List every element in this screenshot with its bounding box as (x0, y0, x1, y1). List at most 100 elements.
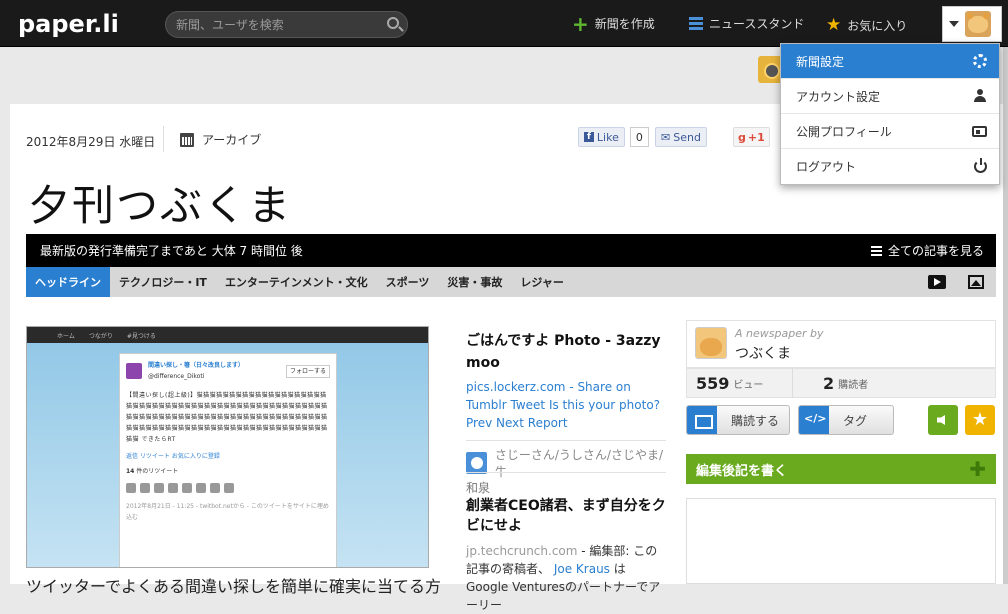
calendar-icon (180, 132, 194, 147)
search-input[interactable] (176, 16, 376, 34)
tweet-count-label: 件のリツイート (136, 468, 179, 475)
send-label: Send (673, 130, 701, 144)
tab-sports[interactable]: スポーツ (377, 267, 439, 297)
screenshot-nav: ホーム つながり #見つける (27, 327, 428, 343)
menu-account-settings[interactable]: アカウント設定 (781, 79, 999, 114)
article-author[interactable]: さじーさん/うしさん/さじやま/牛 (466, 446, 666, 480)
user-avatar (965, 11, 991, 37)
menu-item-label: 新聞設定 (796, 54, 845, 69)
lead-article-image[interactable]: ホーム つながり #見つける 間違い探し・箸（日々改良します） @differe… (26, 326, 429, 568)
article-category: 和泉 (466, 481, 491, 495)
owner-name[interactable]: つぶくま (735, 343, 791, 363)
create-paper-label: 新聞を作成 (594, 17, 655, 31)
menu-logout[interactable]: ログアウト (781, 149, 999, 184)
paper-date: 2012年8月29日 水曜日 (26, 135, 156, 149)
article-title[interactable]: 創業者CEO諸君、まず自分をクビにせよ (466, 496, 666, 536)
user-dropdown-menu: 新聞設定 アカウント設定 公開プロフィール ログアウト (780, 43, 1000, 185)
scrollbar[interactable] (1003, 47, 1008, 584)
tab-disaster[interactable]: 災害・事故 (438, 267, 511, 297)
divider (466, 440, 666, 441)
divider (163, 126, 164, 152)
archive-label: アーカイブ (202, 133, 262, 147)
menu-item-label: アカウント設定 (796, 89, 881, 104)
like-label: Like (596, 130, 619, 144)
image-icon[interactable] (968, 275, 984, 289)
embedded-tweet: 間違い探し・箸（日々改良します） @difference_Dikoti フォロー… (119, 353, 337, 567)
editorial-label: 編集後記を書く (696, 463, 788, 479)
archive-link[interactable]: アーカイブ (180, 131, 261, 148)
subscribers-count: 2 (823, 373, 835, 393)
favorites-link[interactable]: ★ お気に入り (826, 15, 907, 35)
source-link[interactable]: jp.techcrunch.com (466, 544, 577, 558)
gplus-widget: g +1 (733, 127, 770, 147)
plus-icon: + (572, 11, 589, 36)
paper-stats: 559 ビュー 2 購読者 (686, 368, 996, 398)
all-articles-link[interactable]: 全ての記事を見る (870, 242, 984, 259)
owner-card: A newspaper by つぶくま (686, 320, 996, 368)
divider (466, 472, 666, 473)
tweet-actions: 返信 リツイート お気に入りに登録 (126, 453, 220, 460)
tab-entertainment[interactable]: エンターテインメント・文化 (216, 267, 377, 297)
source-link[interactable]: pics.lockerz.com (466, 380, 565, 394)
tag-label: タグ (843, 413, 868, 428)
tab-headlines[interactable]: ヘッドライン (26, 267, 110, 297)
user-menu-button[interactable] (942, 6, 1002, 42)
id-card-icon (972, 125, 987, 137)
write-editorial-button[interactable]: 編集後記を書く ✚ (686, 454, 996, 484)
tweet-timestamp: 2012年8月21日 - 11:25 - twitbot.netから - このツ… (126, 503, 329, 521)
subscribe-button[interactable]: 購読する (686, 405, 790, 435)
tweet-follow-button: フォローする (285, 364, 330, 378)
paperli-logo[interactable]: paper.li (18, 10, 119, 38)
like-count: 0 (629, 127, 649, 147)
gplus-label: +1 (747, 130, 765, 144)
tab-leisure[interactable]: レジャー (511, 267, 572, 297)
article-source: pics.lockerz.com - Share on Tumblr Tweet… (466, 378, 666, 432)
favorites-label: お気に入り (847, 18, 908, 33)
tweet-count: 14 (126, 468, 135, 475)
newsstand-label: ニューススタンド (709, 17, 805, 31)
gplus-icon: g (738, 130, 746, 144)
caret-down-icon (949, 21, 959, 27)
screenshot-nav-item: ホーム (57, 332, 75, 340)
send-icon: ✉ (661, 130, 671, 144)
retweeter-avatars (126, 483, 330, 493)
create-paper-link[interactable]: + 新聞を作成 (572, 11, 655, 36)
section-tabs: ヘッドライン テクノロジー・IT エンターテインメント・文化 スポーツ 災害・事… (26, 267, 996, 297)
menu-public-profile[interactable]: 公開プロフィール (781, 114, 999, 149)
plus-icon: ✚ (969, 457, 986, 481)
gplus-button[interactable]: g +1 (733, 127, 770, 147)
favorite-star-button[interactable]: ★ (965, 405, 995, 435)
next-edition-text: 最新版の発行準備完了まであと 大体 7 時間位 後 (40, 244, 303, 258)
send-button[interactable]: ✉ Send (655, 127, 707, 147)
screenshot-nav-item: つながり (88, 332, 113, 340)
author-link[interactable]: Joe Kraus (554, 562, 610, 576)
tab-technology[interactable]: テクノロジー・IT (110, 267, 216, 297)
owner-avatar[interactable] (695, 327, 727, 359)
megaphone-button[interactable] (928, 405, 958, 435)
badge-button[interactable] (758, 56, 782, 83)
article-source: jp.techcrunch.com - 編集部: この記事の寄稿者、 Joe K… (466, 542, 666, 614)
tag-button[interactable]: タグ (798, 405, 894, 435)
lead-article-caption[interactable]: ツイッターでよくある間違い探しを簡単に確実に当てる方法。ちゃ (26, 573, 441, 597)
video-icon[interactable] (928, 275, 946, 289)
views-count: 559 (696, 373, 730, 393)
all-articles-label: 全ての記事を見る (887, 244, 984, 258)
search-icon[interactable] (387, 17, 399, 29)
tweet-body: 【間違い探し(超上級)】猫猫猫猫猫猫猫猫猫猫猫猫猫猫猫猫猫猫猫猫猫猫猫猫猫猫猫猫… (126, 392, 328, 443)
subscribers-label: 購読者 (838, 379, 869, 391)
facebook-like-button[interactable]: f Like (578, 127, 625, 147)
person-icon (973, 89, 987, 103)
author-name: さじーさん/うしさん/さじやま/牛 (494, 448, 664, 479)
article-title[interactable]: ごはんですよ Photo - 3azzy moo (466, 330, 666, 374)
subscribe-label: 購読する (731, 413, 780, 428)
newsstand-link[interactable]: ニューススタンド (689, 15, 804, 32)
list-icon (689, 16, 703, 31)
facebook-like-widget: f Like 0 (578, 127, 649, 147)
menu-paper-settings[interactable]: 新聞設定 (781, 44, 999, 79)
search-box (165, 11, 408, 38)
editorial-box (686, 498, 996, 584)
tweet-name: 間違い探し・箸（日々改良します） (148, 362, 245, 369)
menu-item-label: ログアウト (796, 160, 857, 174)
facebook-icon: f (584, 132, 594, 142)
screenshot-nav-item: #見つける (126, 332, 156, 340)
